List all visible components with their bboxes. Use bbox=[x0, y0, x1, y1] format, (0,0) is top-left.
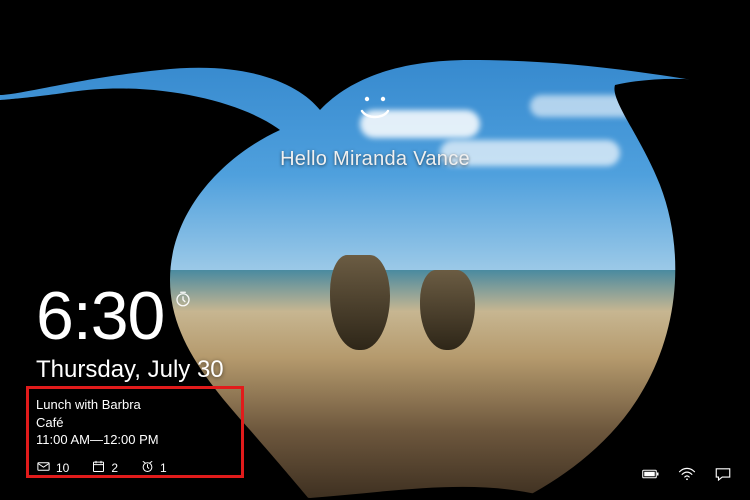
system-tray bbox=[642, 467, 732, 486]
clock-block: 6:30 Thursday, July 30 bbox=[36, 282, 224, 384]
mail-icon bbox=[36, 459, 51, 477]
alarm-icon bbox=[140, 459, 155, 477]
action-center-icon[interactable] bbox=[714, 467, 732, 486]
lock-screen[interactable]: Hello Miranda Vance 6:30 Thursday, July … bbox=[0, 0, 750, 500]
calendar-status[interactable]: 2 bbox=[91, 459, 118, 477]
lockscreen-detail-widget[interactable]: Lunch with Barbra Café 11:00 AM—12:00 PM… bbox=[26, 388, 236, 487]
battery-icon[interactable] bbox=[642, 467, 660, 486]
clock-time: 6:30 bbox=[36, 282, 164, 350]
calendar-event-title: Lunch with Barbra bbox=[36, 396, 224, 414]
clock-icon bbox=[174, 290, 192, 313]
clock-date: Thursday, July 30 bbox=[36, 356, 224, 384]
calendar-event-time: 11:00 AM—12:00 PM bbox=[36, 431, 224, 449]
wallpaper-cloud bbox=[530, 95, 640, 117]
mail-status[interactable]: 10 bbox=[36, 459, 69, 477]
calendar-count: 2 bbox=[111, 461, 118, 475]
mail-count: 10 bbox=[56, 461, 69, 475]
quick-status-row: 10 2 bbox=[36, 459, 224, 477]
alarm-count: 1 bbox=[160, 461, 167, 475]
wifi-icon[interactable] bbox=[678, 467, 696, 486]
calendar-icon bbox=[91, 459, 106, 477]
wallpaper-cloud bbox=[440, 140, 620, 166]
calendar-event-location: Café bbox=[36, 414, 224, 432]
wallpaper-cloud bbox=[360, 110, 480, 138]
alarm-status[interactable]: 1 bbox=[140, 459, 167, 477]
